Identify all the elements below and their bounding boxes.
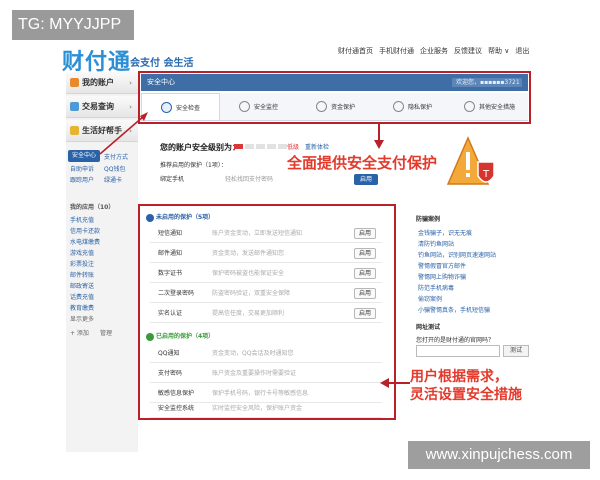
url-test-input[interactable] — [416, 345, 500, 357]
fraud-case-link[interactable]: 警惕网上购物诈骗 — [418, 272, 466, 281]
protection-row: 数字证书 保护密码被盗也能保证安全 启用 — [150, 264, 382, 283]
check-icon — [146, 332, 154, 341]
note-line: 用户根据需求， — [410, 369, 508, 385]
my-apps-title: 我的应用（10） — [70, 204, 115, 211]
enable-button[interactable]: 启用 — [354, 268, 376, 279]
protection-row: 实名认证 提高信任度，交易更加顺利 启用 — [150, 304, 382, 323]
enable-button[interactable]: 启用 — [354, 288, 376, 299]
sidebar-link-appeal[interactable]: 自助申诉 — [70, 164, 94, 173]
watermark-top-left: TG: MYYJJPP — [12, 10, 134, 40]
protection-row: 安全监控系统 实时监控安全风险，保护账户资金 — [150, 399, 382, 418]
recheck-link[interactable]: 重新体检 — [305, 142, 329, 151]
top-nav: 财付通首页 手机财付通 企业服务 反馈建议 帮助 ∨ 退出 — [338, 46, 529, 56]
fraud-case-link[interactable]: 警惕假冒官方邮件 — [418, 261, 466, 270]
watermark-bottom-right: www.xinpujchess.com — [408, 441, 590, 469]
protection-row: QQ通知 资金变动，QQ会话及时通知您 — [150, 344, 382, 363]
info-icon — [146, 213, 154, 222]
recommend-desc: 轻松找回支付密码 — [225, 176, 274, 183]
manage-apps-link[interactable]: 管理 — [100, 328, 112, 337]
nav-help[interactable]: 帮助 ∨ — [488, 46, 509, 56]
note-line: 灵活设置安全措施 — [410, 387, 522, 403]
app-item[interactable]: 话费充值 — [70, 292, 94, 301]
protection-row: 二次登录密码 防盗密码验证，双重安全保障 启用 — [150, 284, 382, 303]
enable-phone-button[interactable]: 启用 — [354, 174, 378, 185]
annotation-note: 用户根据需求， 灵活设置安全措施 — [410, 368, 590, 404]
annotation-arrow-down — [374, 124, 384, 149]
svg-text:T: T — [482, 169, 490, 180]
security-level-title: 您的账户安全级别为： — [160, 143, 240, 152]
sidebar-link-qq-wallet[interactable]: QQ钱包 — [104, 164, 125, 173]
app-item[interactable]: 邮政寄送 — [70, 281, 94, 290]
app-item[interactable]: 信用卡还款 — [70, 226, 100, 235]
fraud-case-link[interactable]: 金钱骗子，识无无痕 — [418, 228, 472, 237]
helper-icon — [70, 126, 79, 135]
user-icon — [70, 78, 79, 87]
add-app-link[interactable]: + 添加 — [70, 328, 89, 337]
nav-feedback[interactable]: 反馈建议 — [454, 46, 482, 56]
banner-caption: 全面提供安全支付保护 — [287, 154, 438, 172]
url-test-question: 您打开的是财付通的官网吗？ — [416, 337, 495, 344]
menu-my-account[interactable]: 我的账户 › — [66, 72, 138, 94]
fraud-case-link[interactable]: 钓鱼网站，识别网页速速网站 — [418, 250, 496, 259]
recommend-name: 绑定手机 — [160, 176, 185, 183]
nav-enterprise[interactable]: 企业服务 — [420, 46, 448, 56]
app-item[interactable]: 游戏充值 — [70, 248, 94, 257]
app-item[interactable]: 水电煤缴费 — [70, 237, 100, 246]
warning-shield-icon: T — [446, 136, 495, 185]
chevron-right-icon: › — [129, 79, 132, 87]
app-item[interactable]: 彩票投注 — [70, 259, 94, 268]
site-tagline: 会支付 会生活 — [130, 58, 194, 69]
protection-row: 邮件通知 资金变动，发送邮件通知您 启用 — [150, 244, 382, 263]
protection-row: 支付密码 账户资金及重要操作时需要验证 — [150, 364, 382, 383]
protection-row: 短信通知 账户资金变动，立即发送短信通知 启用 — [150, 224, 382, 243]
highlight-box-tabs — [138, 71, 531, 124]
annotation-arrow-sidebar — [99, 112, 148, 155]
app-item[interactable]: 邮件转账 — [70, 270, 94, 279]
enable-button[interactable]: 启用 — [354, 308, 376, 319]
fraud-case-link[interactable]: 防范手机病毒 — [418, 283, 454, 292]
nav-logout[interactable]: 退出 — [515, 46, 529, 56]
security-level-bar — [234, 144, 287, 149]
fraud-case-link[interactable]: 小骗警惕真条，手机短信骗 — [418, 305, 490, 314]
fraud-case-link[interactable]: 偷窃案例 — [418, 294, 442, 303]
annotation-arrow-left — [380, 378, 410, 388]
url-test-title: 网址测试 — [416, 324, 441, 331]
recommend-title: 推荐启用的保护（1项）： — [160, 162, 227, 169]
sidebar-link-track[interactable]: 跟踪用户 — [70, 175, 94, 184]
app-item[interactable]: 教育缴费 — [70, 303, 94, 312]
app-item[interactable]: 手机充值 — [70, 215, 94, 224]
enable-button[interactable]: 启用 — [354, 228, 376, 239]
section-disabled: 未启用的保护（5项） — [146, 212, 214, 222]
sidebar-link-green-card[interactable]: 绿通卡 — [104, 175, 122, 184]
fraud-case-link[interactable]: 清防钓鱼网站 — [418, 239, 454, 248]
url-test-button[interactable]: 测试 — [503, 345, 529, 357]
enable-button[interactable]: 启用 — [354, 248, 376, 259]
security-level-label: 低级 — [287, 144, 300, 151]
show-more-link[interactable]: 显示更多 — [70, 314, 94, 323]
section-enabled: 已启用的保护（4项） — [146, 331, 214, 341]
fraud-cases-title: 防骗案例 — [416, 216, 441, 223]
nav-mobile[interactable]: 手机财付通 — [379, 46, 414, 56]
nav-home[interactable]: 财付通首页 — [338, 46, 373, 56]
list-icon — [70, 102, 79, 111]
